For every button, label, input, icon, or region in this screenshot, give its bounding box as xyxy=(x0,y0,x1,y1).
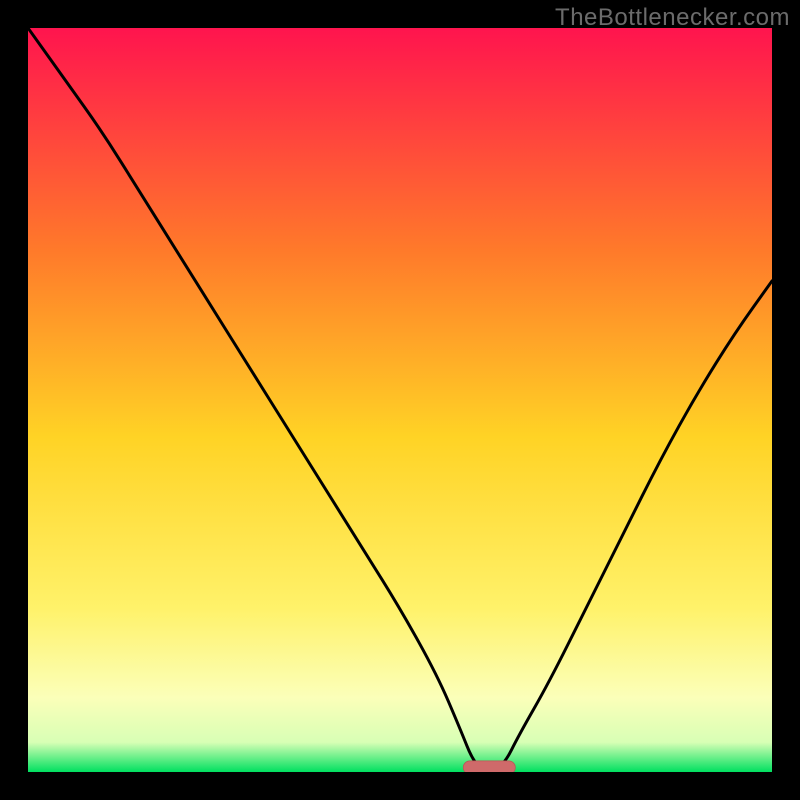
optimal-marker xyxy=(463,761,515,772)
bottleneck-chart-svg xyxy=(28,28,772,772)
watermark-text: TheBottlenecker.com xyxy=(555,4,790,32)
chart-frame: TheBottlenecker.com xyxy=(0,0,800,800)
gradient-panel xyxy=(28,28,772,772)
plot-area xyxy=(28,28,772,772)
